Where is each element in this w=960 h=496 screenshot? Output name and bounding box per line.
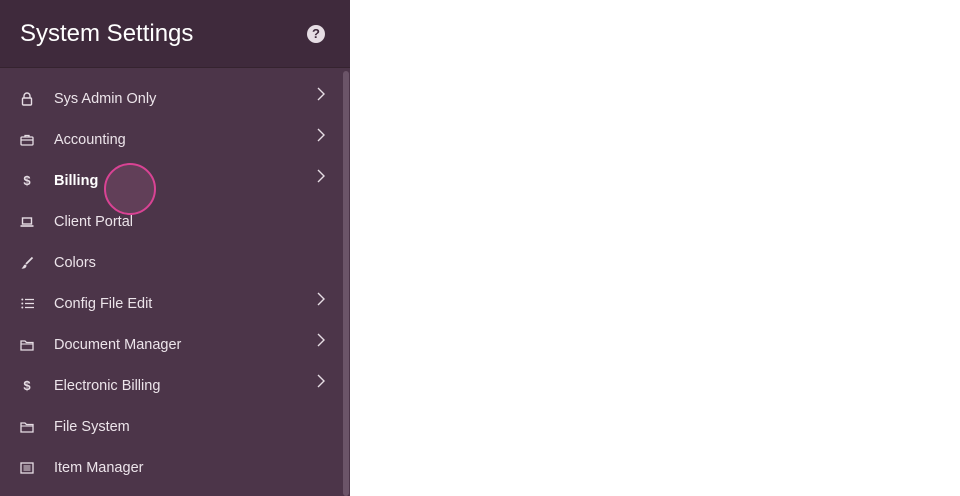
menu-item-label: Config File Edit (54, 295, 153, 312)
chevron-right-icon (317, 128, 325, 142)
folder-icon (20, 338, 34, 352)
scrollbar-thumb[interactable] (343, 71, 349, 496)
menu-item-label: Client Portal (54, 213, 133, 230)
folder-icon (20, 420, 34, 434)
dollar-icon: $ (23, 378, 31, 393)
lock-icon (20, 91, 34, 106)
briefcase-icon (20, 133, 34, 147)
menu-item-label: Electronic Billing (54, 377, 161, 394)
menu-item-sys-admin-only[interactable]: Sys Admin Only (0, 78, 340, 119)
brush-icon (20, 256, 34, 270)
laptop-icon (20, 215, 34, 229)
menu-item-label: Accounting (54, 131, 126, 148)
sidebar-header: System Settings ? (0, 0, 350, 68)
menu-item-colors[interactable]: Colors (0, 242, 340, 283)
menu-item-label: Billing (54, 172, 99, 189)
list-box-icon (20, 461, 34, 475)
chevron-right-icon (317, 333, 325, 347)
chevron-right-icon (317, 374, 325, 388)
menu-item-label: Item Manager (54, 459, 144, 476)
settings-sidebar: System Settings ? Sys Admin Only Account… (0, 0, 350, 496)
menu-item-label: Document Manager (54, 336, 182, 353)
page-title: System Settings (20, 19, 194, 47)
menu-item-label: Colors (54, 254, 96, 271)
list-icon (20, 297, 34, 311)
chevron-right-icon (317, 169, 325, 183)
settings-menu: Sys Admin Only Accounting $ Billing Clie… (0, 78, 340, 488)
menu-item-config-file-edit[interactable]: Config File Edit (0, 283, 340, 324)
menu-item-electronic-billing[interactable]: $ Electronic Billing (0, 365, 340, 406)
menu-item-accounting[interactable]: Accounting (0, 119, 340, 160)
chevron-right-icon (317, 292, 325, 306)
menu-item-document-manager[interactable]: Document Manager (0, 324, 340, 365)
chevron-right-icon (317, 87, 325, 101)
dollar-icon: $ (23, 173, 31, 188)
menu-item-file-system[interactable]: File System (0, 406, 340, 447)
help-icon[interactable]: ? (307, 24, 325, 43)
menu-item-client-portal[interactable]: Client Portal (0, 201, 340, 242)
menu-item-label: File System (54, 418, 130, 435)
menu-item-billing[interactable]: $ Billing (0, 160, 340, 201)
menu-item-label: Sys Admin Only (54, 90, 157, 107)
menu-item-item-manager[interactable]: Item Manager (0, 447, 340, 488)
